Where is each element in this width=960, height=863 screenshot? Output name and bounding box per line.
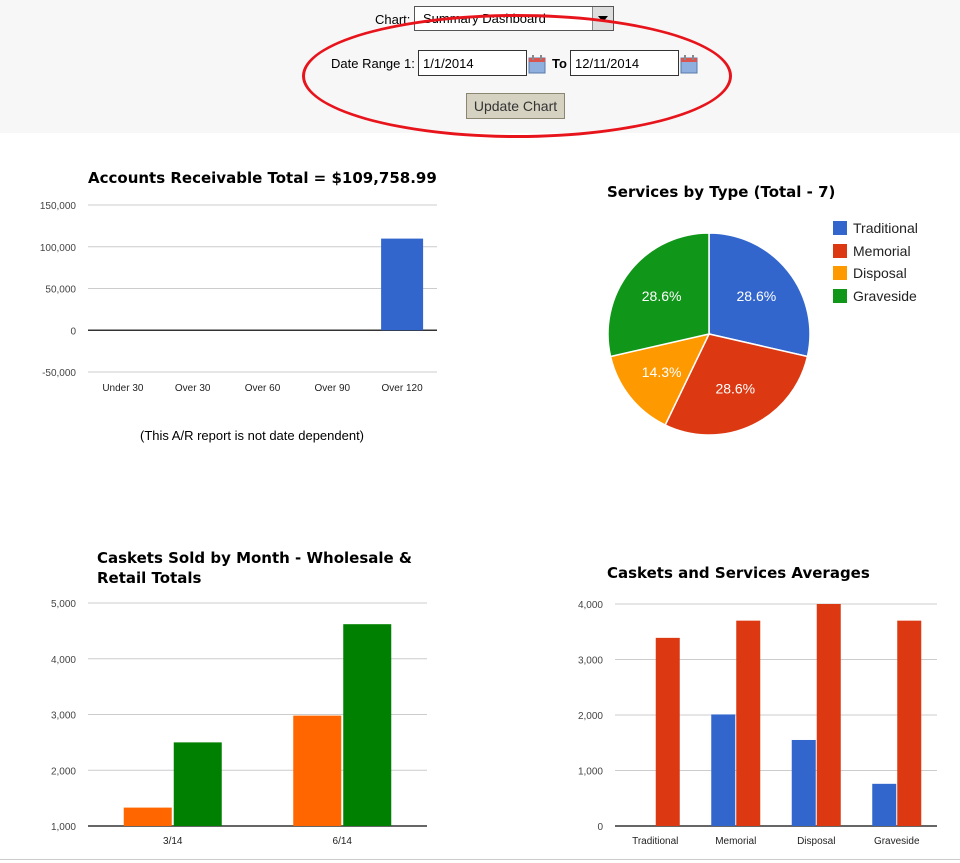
y-tick-label: -50,000 bbox=[42, 368, 76, 379]
x-tick-label: Memorial bbox=[715, 836, 756, 847]
y-tick-label: 50,000 bbox=[45, 285, 76, 296]
x-tick-label: Over 90 bbox=[315, 383, 351, 394]
bar bbox=[173, 742, 222, 826]
bar bbox=[736, 620, 761, 826]
pie-slice-label: 28.6% bbox=[642, 288, 682, 304]
y-tick-label: 0 bbox=[70, 326, 76, 337]
y-tick-label: 1,000 bbox=[51, 822, 76, 833]
y-tick-label: 100,000 bbox=[40, 243, 77, 254]
x-tick-label: 3/14 bbox=[163, 836, 183, 847]
x-tick-label: 6/14 bbox=[333, 836, 353, 847]
bar bbox=[343, 624, 392, 826]
divider bbox=[0, 859, 960, 860]
bar bbox=[897, 620, 922, 826]
bar bbox=[381, 238, 424, 331]
bar bbox=[123, 807, 172, 826]
y-tick-label: 2,000 bbox=[578, 711, 603, 722]
y-tick-label: 0 bbox=[597, 822, 603, 833]
y-tick-label: 2,000 bbox=[51, 766, 76, 777]
y-tick-label: 3,000 bbox=[51, 711, 76, 722]
bar bbox=[872, 783, 897, 826]
pie-slice-label: 28.6% bbox=[715, 381, 755, 397]
x-tick-label: Under 30 bbox=[102, 383, 144, 394]
y-tick-label: 5,000 bbox=[51, 599, 76, 610]
pie-slice-label: 28.6% bbox=[737, 288, 777, 304]
y-tick-label: 1,000 bbox=[578, 767, 603, 778]
bar bbox=[816, 604, 841, 826]
y-tick-label: 4,000 bbox=[578, 600, 603, 611]
charts-canvas: 150,000 100,000 50,000 0 -50,000 Under 30 Over… bbox=[40, 201, 937, 847]
bar bbox=[293, 715, 342, 826]
x-tick-label: Over 120 bbox=[382, 383, 424, 394]
y-tick-label: 150,000 bbox=[40, 201, 77, 212]
y-tick-label: 4,000 bbox=[51, 655, 76, 666]
bar bbox=[711, 714, 736, 826]
x-tick-label: Traditional bbox=[632, 836, 678, 847]
y-tick-label: 3,000 bbox=[578, 656, 603, 667]
x-tick-label: Disposal bbox=[797, 836, 835, 847]
x-tick-label: Over 30 bbox=[175, 383, 211, 394]
pie-slice-label: 14.3% bbox=[642, 364, 682, 380]
bar bbox=[655, 637, 680, 826]
x-tick-label: Over 60 bbox=[245, 383, 281, 394]
bar bbox=[791, 739, 816, 826]
x-tick-label: Graveside bbox=[874, 836, 920, 847]
